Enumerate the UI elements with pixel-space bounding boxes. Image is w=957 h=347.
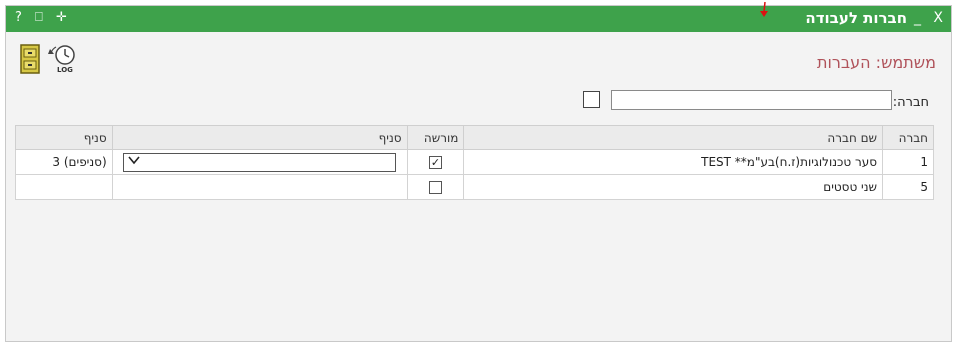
title-bar[interactable]: _ X חברות לעבודה ? ⎕ ✛ [6,6,951,32]
red-arrow-icon [760,2,768,17]
header-company[interactable]: חברה [882,125,934,150]
header-authorized[interactable]: מורשה [406,125,465,150]
window-controls-left: ? ⎕ ✛ [15,10,76,25]
close-icon[interactable]: X [933,10,943,26]
header-company-name[interactable]: שם חברה [463,125,884,150]
print-icon[interactable]: ⎕ [35,10,43,25]
company-name-cell: שני טסטים [463,174,884,200]
authorized-checkbox[interactable] [429,181,442,194]
minimize-icon[interactable]: _ [914,10,921,26]
company-label: חברה: [892,95,929,110]
header-branch2[interactable]: סניף [15,125,113,150]
chevron-down-icon[interactable] [128,154,140,169]
table-row[interactable]: שני טסטים 5 [15,174,934,200]
help-icon[interactable]: ? [15,10,22,25]
table-row[interactable]: (סניפים) 3 ✓ סער טכנולוגיות(ז.ח)בע"מ** T… [15,149,934,175]
branch-count-cell: (סניפים) 3 [15,149,113,175]
branch-count-cell [15,174,113,200]
window-title: חברות לעבודה [805,9,907,27]
file-cabinet-icon[interactable] [20,44,40,74]
branch-select-cell [111,149,408,175]
branch-select[interactable] [123,152,397,172]
branch-select-cell [111,174,408,200]
companies-window: _ X חברות לעבודה ? ⎕ ✛ LOG משתמש: העברות… [5,2,952,342]
authorized-cell [406,174,465,200]
user-line: משתמש: העברות [816,53,936,72]
company-id-cell: 1 [882,149,934,175]
company-checkbox[interactable] [583,91,600,108]
log-icon[interactable]: LOG [47,44,79,74]
companies-table: סניף סניף מורשה שם חברה חברה (סניפים) 3 [15,125,934,200]
table-header-row: סניף סניף מורשה שם חברה חברה [15,125,934,150]
authorized-checkbox[interactable]: ✓ [429,156,442,169]
company-id-cell: 5 [882,174,934,200]
header-branch[interactable]: סניף [111,125,408,150]
window-controls-right: _ X [906,10,943,26]
move-icon[interactable]: ✛ [56,10,67,25]
company-name-cell: סער טכנולוגיות(ז.ח)בע"מ** TEST [463,149,884,175]
company-input[interactable] [611,90,892,110]
authorized-cell: ✓ [406,149,465,175]
log-label: LOG [57,66,73,74]
